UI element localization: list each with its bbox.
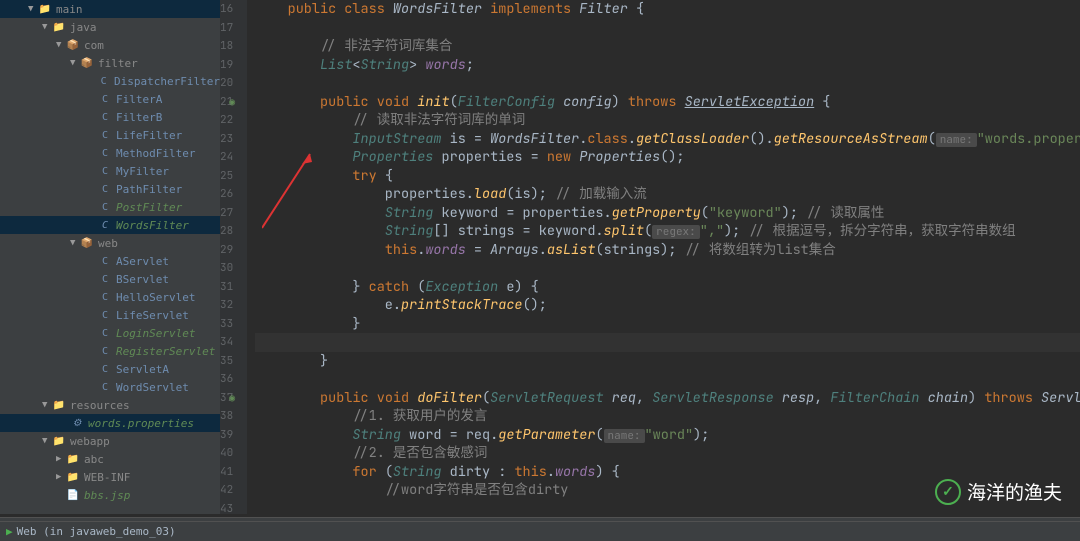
code-line[interactable]: public void doFilter(ServletRequest req,…	[255, 389, 1080, 408]
code-line[interactable]	[255, 74, 1080, 93]
tree-item-bservlet[interactable]: CBServlet	[0, 270, 220, 288]
code-line[interactable]: this.words = Arrays.asList(strings); // …	[255, 241, 1080, 260]
tree-item-bbs-jsp[interactable]: 📄bbs.jsp	[0, 486, 220, 504]
tree-item-abc[interactable]: ▶📁abc	[0, 450, 220, 468]
tree-item-helloservlet[interactable]: CHelloServlet	[0, 288, 220, 306]
tree-item-java[interactable]: ▼📁java	[0, 18, 220, 36]
tree-item-words-properties[interactable]: ⚙words.properties	[0, 414, 220, 432]
code-line[interactable]: // 非法字符词库集合	[255, 37, 1080, 56]
code-area[interactable]: public class WordsFilter implements Filt…	[247, 0, 1080, 514]
code-line[interactable]: String keyword = properties.getProperty(…	[255, 204, 1080, 223]
tree-item-postfilter[interactable]: CPostFilter	[0, 198, 220, 216]
code-line[interactable]	[255, 19, 1080, 38]
watermark: ✓海洋的渔夫	[935, 478, 1062, 505]
tree-item-lifefilter[interactable]: CLifeFilter	[0, 126, 220, 144]
code-line[interactable]: List<String> words;	[255, 56, 1080, 75]
tree-item-lifeservlet[interactable]: CLifeServlet	[0, 306, 220, 324]
code-line[interactable]: e.printStackTrace();	[255, 296, 1080, 315]
code-line[interactable]: }	[255, 315, 1080, 334]
code-line[interactable]: // 读取非法字符词库的单词	[255, 111, 1080, 130]
project-tree[interactable]: ▼📁main▼📁java▼📦com▼📦filterCDispatcherFilt…	[0, 0, 220, 514]
code-line[interactable]: try {	[255, 167, 1080, 186]
run-config-label[interactable]: Web (in javaweb_demo_03)	[17, 525, 176, 538]
line-gutter: 161718192021◉222324252627282930313233343…	[220, 0, 247, 514]
tree-item-wordservlet[interactable]: CWordServlet	[0, 378, 220, 396]
tree-item-com[interactable]: ▼📦com	[0, 36, 220, 54]
tree-item-dispatcherfilter[interactable]: CDispatcherFilter	[0, 72, 220, 90]
code-line[interactable]	[255, 370, 1080, 389]
tree-item-servleta[interactable]: CServletA	[0, 360, 220, 378]
tree-item-web-inf[interactable]: ▶📁WEB-INF	[0, 468, 220, 486]
tree-item-resources[interactable]: ▼📁resources	[0, 396, 220, 414]
tree-item-loginservlet[interactable]: CLoginServlet	[0, 324, 220, 342]
code-line[interactable]: //1. 获取用户的发言	[255, 407, 1080, 426]
tree-item-myfilter[interactable]: CMyFilter	[0, 162, 220, 180]
tree-item-wordsfilter[interactable]: CWordsFilter	[0, 216, 220, 234]
code-line[interactable]: } catch (Exception e) {	[255, 278, 1080, 297]
tree-item-aservlet[interactable]: CAServlet	[0, 252, 220, 270]
code-line[interactable]: InputStream is = WordsFilter.class.getCl…	[255, 130, 1080, 149]
tree-item-filter[interactable]: ▼📦filter	[0, 54, 220, 72]
tree-item-filterb[interactable]: CFilterB	[0, 108, 220, 126]
tree-item-registerservlet[interactable]: CRegisterServlet	[0, 342, 220, 360]
tree-item-webapp[interactable]: ▼📁webapp	[0, 432, 220, 450]
run-bar: ▶ Web (in javaweb_demo_03)	[0, 521, 1080, 541]
code-line[interactable]	[255, 259, 1080, 278]
code-line[interactable]: String[] strings = keyword.split(regex:"…	[255, 222, 1080, 241]
code-line[interactable]: public void init(FilterConfig config) th…	[255, 93, 1080, 112]
code-line[interactable]	[255, 333, 1080, 352]
code-line[interactable]: String word = req.getParameter(name:"wor…	[255, 426, 1080, 445]
tree-item-pathfilter[interactable]: CPathFilter	[0, 180, 220, 198]
code-line[interactable]: Properties properties = new Properties()…	[255, 148, 1080, 167]
code-line[interactable]: properties.load(is); // 加载输入流	[255, 185, 1080, 204]
tree-item-web[interactable]: ▼📦web	[0, 234, 220, 252]
tree-item-filtera[interactable]: CFilterA	[0, 90, 220, 108]
tree-item-main[interactable]: ▼📁main	[0, 0, 220, 18]
run-icon[interactable]: ▶	[6, 525, 13, 538]
code-editor[interactable]: 161718192021◉222324252627282930313233343…	[220, 0, 1080, 514]
code-line[interactable]: public class WordsFilter implements Filt…	[255, 0, 1080, 19]
code-line[interactable]: }	[255, 352, 1080, 371]
code-line[interactable]: //2. 是否包含敏感词	[255, 444, 1080, 463]
tree-item-methodfilter[interactable]: CMethodFilter	[0, 144, 220, 162]
